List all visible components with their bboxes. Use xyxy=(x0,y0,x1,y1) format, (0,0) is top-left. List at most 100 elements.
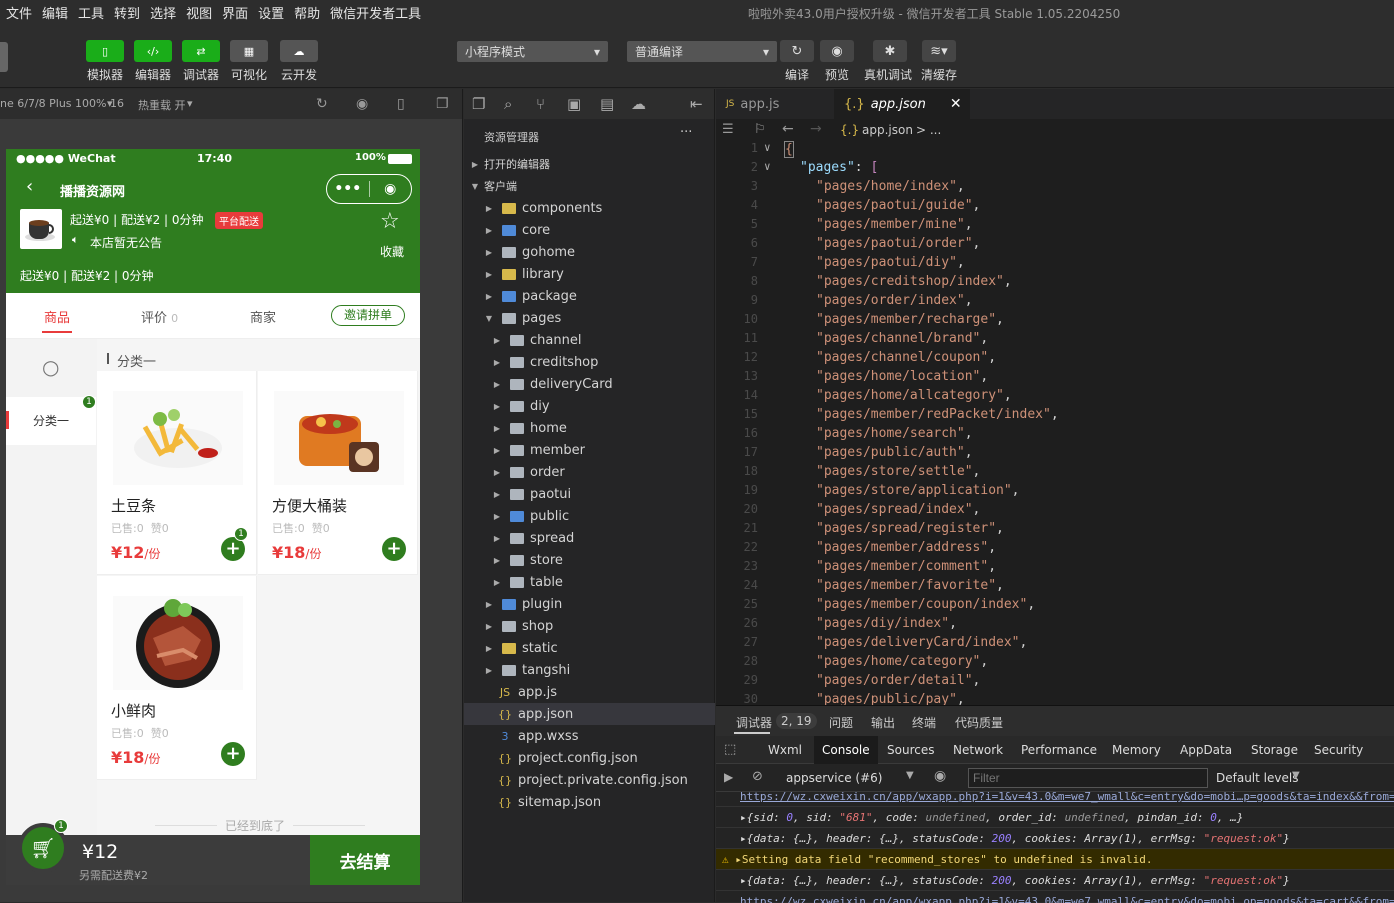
collapse-icon[interactable]: ⇤ xyxy=(690,95,703,113)
devtools-tab[interactable]: AppData xyxy=(1172,736,1240,764)
tab-app-js[interactable]: JS app.js xyxy=(716,89,834,119)
menu-item[interactable]: 视图 xyxy=(180,3,216,22)
console-log-line[interactable]: ▸{sid: 0, sid: "681", code: undefined, o… xyxy=(716,807,1394,828)
search-icon[interactable]: ⌕ xyxy=(504,95,512,113)
console-log-line[interactable]: https://wz.cxweixin.cn/app/wxapp.php?i=1… xyxy=(716,891,1394,903)
folder-item[interactable]: ▶ package xyxy=(464,285,715,307)
back-icon[interactable]: ‹ xyxy=(26,176,33,197)
tab-goods[interactable]: 商品 xyxy=(44,307,70,326)
console-log-line[interactable]: ▸{data: {…}, header: {…}, statusCode: 20… xyxy=(716,828,1394,849)
folder-item[interactable]: ▶ spread xyxy=(464,527,715,549)
visual-button[interactable]: ▦ 可视化 xyxy=(226,40,272,83)
folder-item[interactable]: ▶ order xyxy=(464,461,715,483)
console-log-line[interactable]: ▸{data: {…}, header: {…}, statusCode: 20… xyxy=(716,870,1394,891)
devtools-tab[interactable]: Network xyxy=(945,736,1011,764)
inspect-icon[interactable]: ⬚ xyxy=(724,742,736,757)
star-icon[interactable]: ☆ xyxy=(380,209,400,234)
tab-code-quality[interactable]: 代码质量 xyxy=(955,714,1003,731)
tab-terminal[interactable]: 终端 xyxy=(912,714,936,731)
eye-icon[interactable]: ◉ xyxy=(934,768,946,784)
clear-cache-button[interactable]: ≋▾ 清缓存 xyxy=(921,40,957,83)
tab-app-json[interactable]: {.} app.json ✕ xyxy=(834,89,970,119)
mode-select[interactable]: 小程序模式 ▾ xyxy=(457,41,608,62)
phone-icon[interactable]: ▯ xyxy=(397,96,405,112)
folder-item[interactable]: ▶ shop xyxy=(464,615,715,637)
favorite-label[interactable]: 收藏 xyxy=(380,243,404,260)
devtools-tab[interactable]: Security xyxy=(1306,736,1371,764)
tab-problems[interactable]: 问题 xyxy=(829,714,853,731)
menu-item[interactable]: 工具 xyxy=(72,3,108,22)
console-log-line[interactable]: https://wz.cxweixin.cn/app/wxapp.php?i=1… xyxy=(716,792,1394,807)
file-item[interactable]: {} app.json xyxy=(464,703,715,725)
folder-item[interactable]: ▶ channel xyxy=(464,329,715,351)
sidebar-toggle-icon[interactable]: ▶︎ xyxy=(724,770,733,784)
real-debug-button[interactable]: ✱ 真机调试 xyxy=(864,40,912,83)
refresh-icon[interactable]: ↻ xyxy=(316,96,328,112)
back-icon[interactable]: ← xyxy=(782,121,794,137)
tab-merchant[interactable]: 商家 xyxy=(250,307,276,326)
forward-icon[interactable]: → xyxy=(810,121,822,137)
add-to-cart-button[interactable]: + xyxy=(221,742,245,766)
folder-item[interactable]: ▼ pages xyxy=(464,307,715,329)
devtools-tab[interactable]: Storage xyxy=(1243,736,1306,764)
product-card[interactable]: 小鲜肉 已售:0 赞0 ¥18/份 + xyxy=(97,576,257,780)
devtools-tab[interactable]: Sources xyxy=(879,736,942,764)
levels-select[interactable]: Default levels xyxy=(1216,771,1298,785)
fold-icon[interactable]: ∨ xyxy=(764,141,771,154)
menu-item[interactable]: 微信开发者工具 xyxy=(324,3,425,22)
stop-icon[interactable]: ◉ xyxy=(356,96,368,112)
folder-item[interactable]: ▶ diy xyxy=(464,395,715,417)
avatar[interactable] xyxy=(0,42,8,72)
debugger-button[interactable]: ⇄ 调试器 xyxy=(178,40,224,83)
capsule-menu[interactable]: ••• ◉ xyxy=(326,174,412,204)
search-icon[interactable]: ○ xyxy=(42,355,59,379)
preview-button[interactable]: ◉ 预览 xyxy=(819,40,855,83)
device-select[interactable]: ne 6/7/8 Plus 100% 16 xyxy=(0,97,124,110)
folder-item[interactable]: ▶ components xyxy=(464,197,715,219)
close-icon[interactable]: ✕ xyxy=(950,96,962,112)
folder-item[interactable]: ▶ member xyxy=(464,439,715,461)
console-filter-input[interactable] xyxy=(968,768,1208,788)
folder-item[interactable]: ▶ library xyxy=(464,263,715,285)
add-to-cart-button[interactable]: + xyxy=(382,537,406,561)
devtools-tab[interactable]: Wxml xyxy=(760,736,810,764)
menu-item[interactable]: 编辑 xyxy=(36,3,72,22)
more-icon[interactable]: ··· xyxy=(680,125,692,140)
tab-reviews[interactable]: 评价 0 xyxy=(141,307,178,326)
editor-button[interactable]: ‹/› 编辑器 xyxy=(130,40,176,83)
tab-output[interactable]: 输出 xyxy=(871,714,895,731)
file-item[interactable]: JS app.js xyxy=(464,681,715,703)
fold-icon[interactable]: ∨ xyxy=(764,160,771,173)
file-item[interactable]: {} sitemap.json xyxy=(464,791,715,813)
storage-icon[interactable]: ▤ xyxy=(600,95,614,113)
tab-debugger[interactable]: 调试器 xyxy=(736,714,772,731)
menu-item[interactable]: 文件 xyxy=(0,3,36,22)
cloud-button[interactable]: ☁ 云开发 xyxy=(276,40,322,83)
list-icon[interactable]: ☰ xyxy=(722,122,734,137)
menu-item[interactable]: 设置 xyxy=(252,3,288,22)
compile-button[interactable]: ↻ 编译 xyxy=(779,40,815,83)
folder-item[interactable]: ▶ public xyxy=(464,505,715,527)
group-order-button[interactable]: 邀请拼单 xyxy=(331,305,405,326)
devtools-tab[interactable]: Memory xyxy=(1104,736,1169,764)
hotreload-toggle[interactable]: 热重载 开 xyxy=(138,97,186,113)
folder-item[interactable]: ▶ static xyxy=(464,637,715,659)
more-icon[interactable]: ••• xyxy=(327,181,369,197)
files-icon[interactable]: ❐ xyxy=(472,95,485,113)
folder-item[interactable]: ▶ home xyxy=(464,417,715,439)
folder-item[interactable]: ▶ plugin xyxy=(464,593,715,615)
menu-item[interactable]: 选择 xyxy=(144,3,180,22)
menu-item[interactable]: 帮助 xyxy=(288,3,324,22)
clear-console-icon[interactable]: ⊘ xyxy=(752,769,763,784)
folder-item[interactable]: ▶ gohome xyxy=(464,241,715,263)
folder-item[interactable]: ▶ table xyxy=(464,571,715,593)
product-card[interactable]: 方便大桶装 已售:0 赞0 ¥18/份 + xyxy=(258,371,418,575)
folder-item[interactable]: ▶ deliveryCard xyxy=(464,373,715,395)
git-branch-icon[interactable]: ⑂ xyxy=(536,95,545,113)
file-item[interactable]: {} project.private.config.json xyxy=(464,769,715,791)
file-item[interactable]: 3 app.wxss xyxy=(464,725,715,747)
devtools-tab[interactable]: Performance xyxy=(1013,736,1105,764)
folder-item[interactable]: ▶ store xyxy=(464,549,715,571)
console-warning-line[interactable]: ⚠ ▸Setting data field "recommend_stores"… xyxy=(716,849,1394,870)
menu-item[interactable]: 界面 xyxy=(216,3,252,22)
